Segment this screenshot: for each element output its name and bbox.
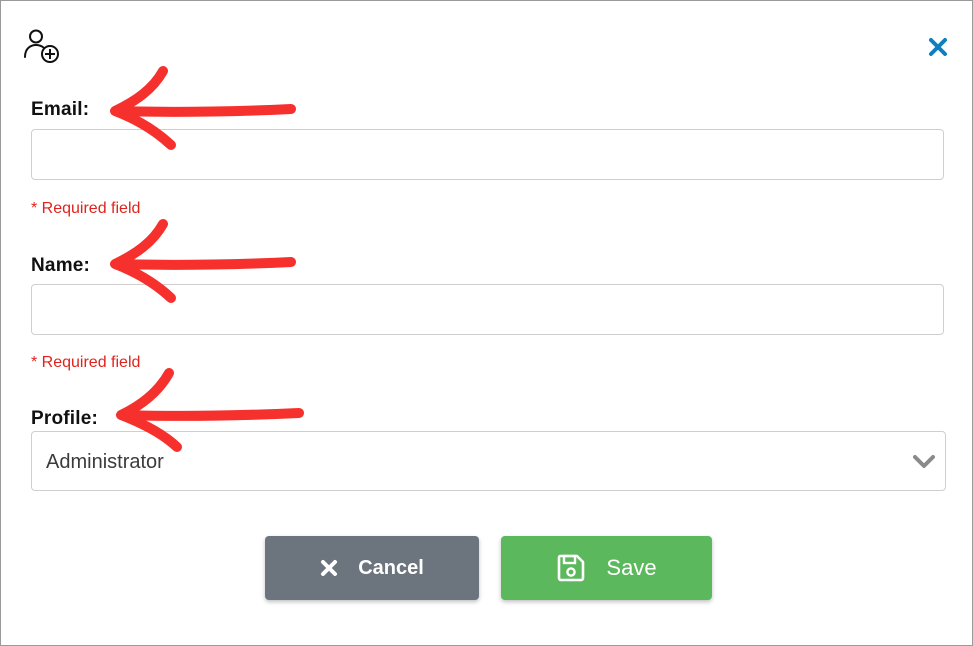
x-icon: [321, 560, 338, 576]
add-user-icon: [24, 29, 59, 63]
save-button[interactable]: Save: [501, 536, 712, 600]
cancel-button[interactable]: Cancel: [265, 536, 479, 600]
profile-select[interactable]: Administrator: [31, 431, 946, 491]
profile-label: Profile:: [31, 408, 99, 429]
close-icon[interactable]: [926, 35, 950, 59]
email-label: Email:: [31, 99, 90, 120]
email-field[interactable]: [31, 129, 944, 180]
name-label: Name:: [31, 255, 91, 276]
profile-selected-value: Administrator: [46, 451, 164, 473]
email-required-message: * Required field: [31, 200, 141, 217]
cancel-button-label: Cancel: [358, 556, 424, 579]
name-required-message: * Required field: [31, 354, 141, 371]
add-user-dialog: Email: * Required field Name: * Required…: [0, 0, 973, 646]
name-field[interactable]: [31, 284, 944, 335]
chevron-down-icon: [913, 455, 935, 468]
floppy-disk-icon: [558, 554, 585, 582]
save-button-label: Save: [606, 555, 657, 580]
